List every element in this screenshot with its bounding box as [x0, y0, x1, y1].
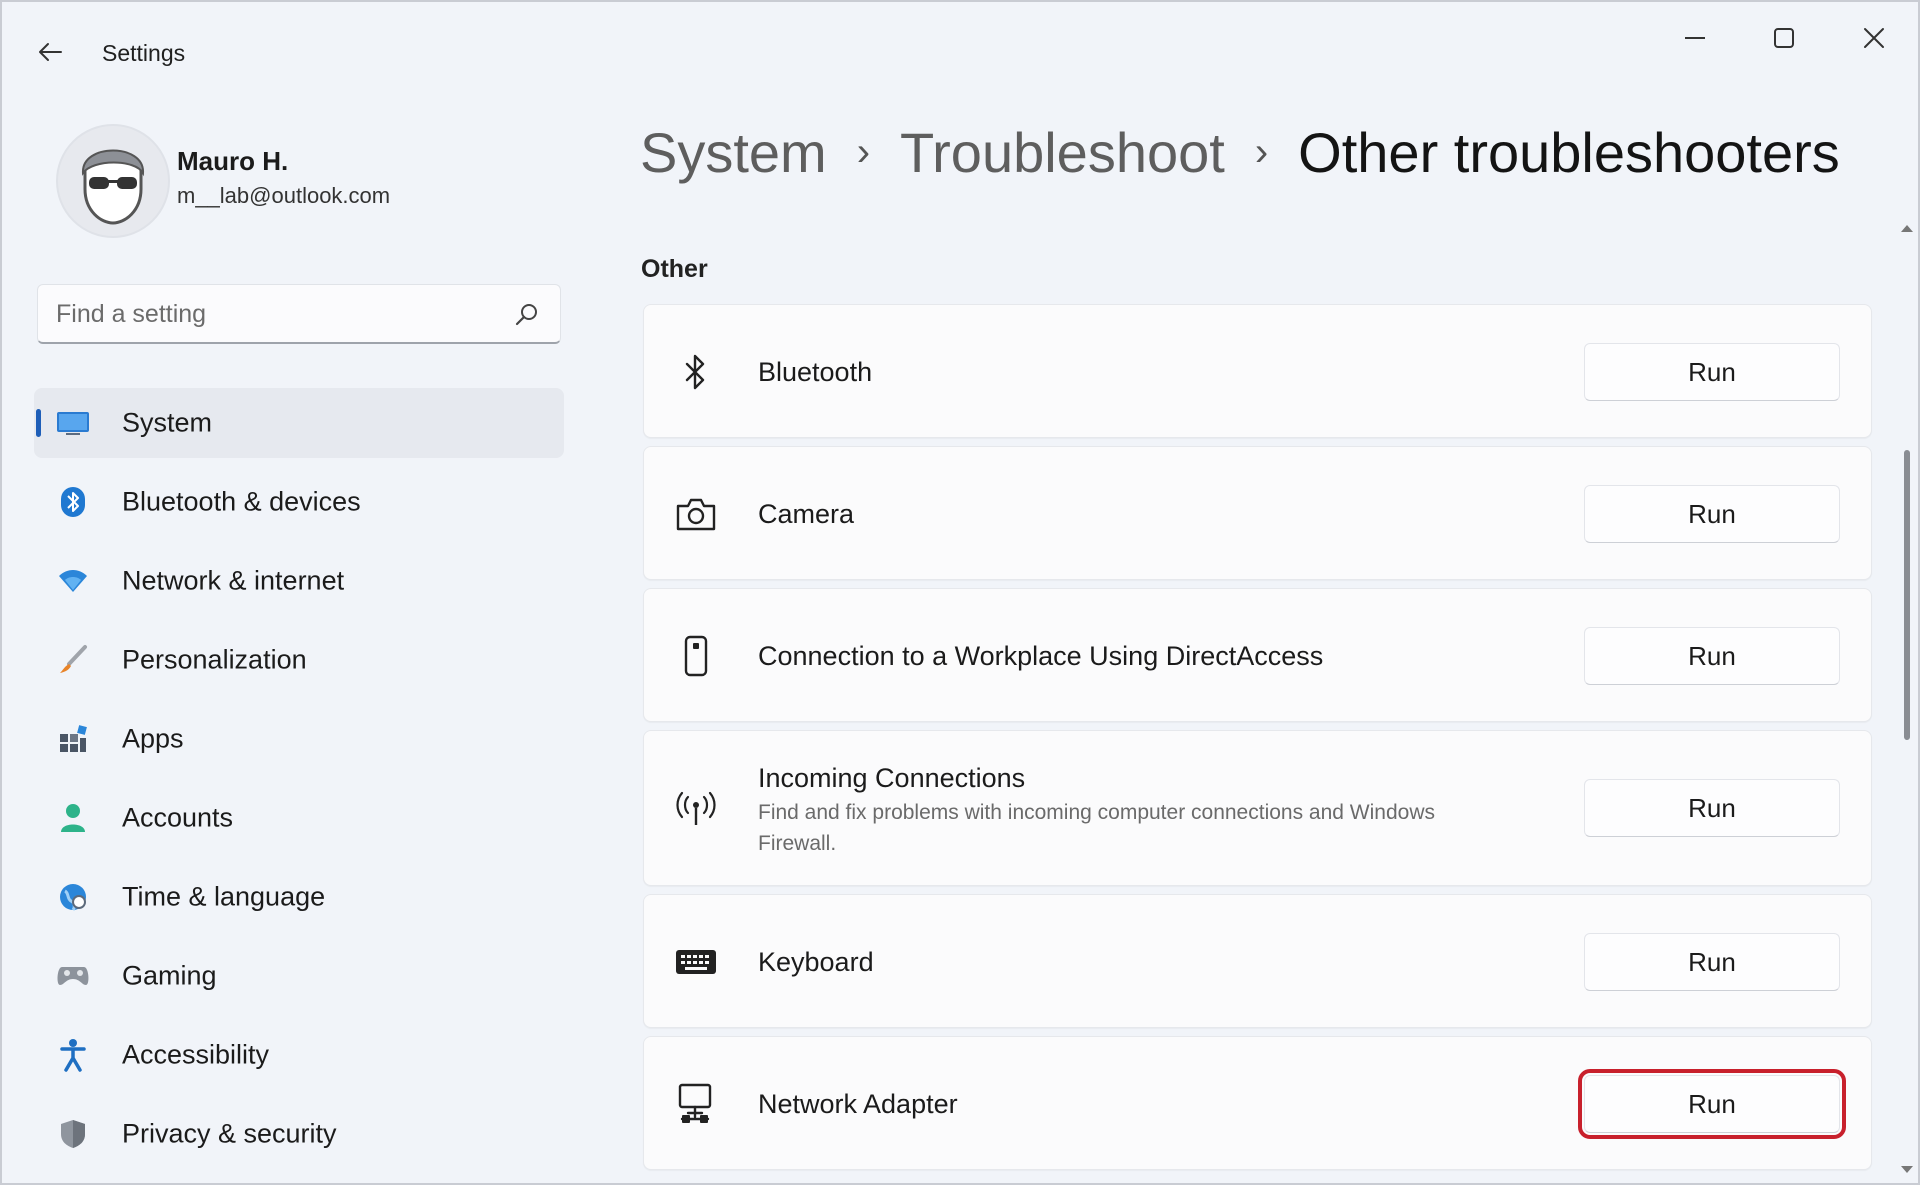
maximize-icon	[1774, 28, 1794, 48]
sidebar-item-label: Personalization	[122, 644, 307, 675]
bluetooth-icon	[674, 350, 718, 394]
globe-clock-icon	[56, 882, 90, 912]
run-button-incoming-connections[interactable]: Run	[1584, 779, 1840, 837]
run-button-keyboard[interactable]: Run	[1584, 933, 1840, 991]
breadcrumb: System › Troubleshoot › Other troublesho…	[640, 117, 1840, 187]
sidebar-item-time-language[interactable]: Time & language	[34, 862, 564, 932]
breadcrumb-system[interactable]: System	[640, 120, 827, 185]
monitor-icon	[56, 408, 90, 438]
phone-device-icon	[674, 634, 718, 678]
sidebar-item-label: Privacy & security	[122, 1118, 337, 1149]
vertical-scrollbar[interactable]	[1900, 217, 1914, 1177]
sidebar-item-label: System	[122, 407, 213, 438]
sidebar-item-bluetooth-devices[interactable]: Bluetooth & devices	[34, 467, 564, 537]
troubleshooter-title: Bluetooth	[758, 357, 873, 387]
shield-icon	[56, 1119, 90, 1149]
accessibility-icon	[56, 1039, 90, 1072]
scroll-thumb[interactable]	[1904, 450, 1910, 740]
person-icon	[56, 803, 90, 833]
sidebar-nav: System Bluetooth & devices Network & int…	[34, 388, 564, 1178]
settings-window: Settings Mauro H. m__lab@outlook.com Fin…	[0, 0, 1920, 1185]
scroll-down-icon[interactable]	[1900, 1163, 1914, 1177]
sidebar-item-label: Apps	[122, 723, 184, 754]
back-button[interactable]	[30, 32, 70, 72]
brush-icon	[56, 645, 90, 675]
sidebar-item-privacy-security[interactable]: Privacy & security	[34, 1099, 564, 1169]
bluetooth-icon	[56, 487, 90, 517]
troubleshooter-title: Connection to a Workplace Using DirectAc…	[758, 641, 1324, 671]
camera-icon	[674, 492, 718, 536]
troubleshooter-title: Network Adapter	[758, 1089, 958, 1119]
sidebar-item-apps[interactable]: Apps	[34, 704, 564, 774]
close-icon	[1864, 28, 1884, 48]
troubleshooter-title: Incoming Connections	[758, 763, 1026, 793]
breadcrumb-separator-icon: ›	[1254, 129, 1269, 174]
troubleshooter-title: Keyboard	[758, 947, 874, 977]
sidebar-item-accessibility[interactable]: Accessibility	[34, 1020, 564, 1090]
antenna-icon	[674, 787, 718, 831]
breadcrumb-troubleshoot[interactable]: Troubleshoot	[900, 120, 1225, 185]
app-title: Settings	[102, 40, 186, 66]
sidebar-item-label: Accounts	[122, 802, 234, 833]
troubleshooter-card-network-adapter: Network Adapter Run	[643, 1036, 1872, 1170]
user-email: m__lab@outlook.com	[177, 183, 391, 208]
sidebar-item-system[interactable]: System	[34, 388, 564, 458]
troubleshooter-card-directaccess: Connection to a Workplace Using DirectAc…	[643, 588, 1872, 722]
sidebar-item-network-internet[interactable]: Network & internet	[34, 546, 564, 616]
minimize-button[interactable]	[1665, 16, 1725, 60]
page-title: Other troubleshooters	[1298, 120, 1840, 184]
wifi-icon	[56, 566, 90, 596]
sidebar-item-label: Accessibility	[122, 1039, 270, 1070]
troubleshooter-title: Camera	[758, 499, 855, 529]
section-title: Other	[641, 255, 708, 283]
sidebar-item-accounts[interactable]: Accounts	[34, 783, 564, 853]
troubleshooter-card-camera: Camera Run	[643, 446, 1872, 580]
troubleshooter-card-incoming-connections: Incoming Connections Find and fix proble…	[643, 730, 1872, 886]
sidebar-item-label: Time & language	[122, 881, 326, 912]
maximize-button[interactable]	[1754, 16, 1814, 60]
troubleshooter-card-bluetooth: Bluetooth Run	[643, 304, 1872, 438]
breadcrumb-separator-icon: ›	[856, 129, 871, 174]
troubleshooter-card-keyboard: Keyboard Run	[643, 894, 1872, 1028]
troubleshooter-description: Find and fix problems with incoming comp…	[758, 801, 1435, 855]
keyboard-icon	[674, 940, 718, 984]
network-adapter-icon	[674, 1082, 718, 1126]
run-button-bluetooth[interactable]: Run	[1584, 343, 1840, 401]
user-avatar-icon	[81, 149, 145, 225]
sidebar-item-label: Network & internet	[122, 565, 345, 596]
run-button-network-adapter[interactable]: Run	[1578, 1069, 1846, 1139]
user-name: Mauro H.	[177, 146, 289, 176]
gamepad-icon	[56, 961, 90, 991]
sidebar-item-label: Gaming	[122, 960, 217, 991]
title-bar: Settings	[2, 2, 1918, 102]
sidebar-item-label: Bluetooth & devices	[122, 486, 361, 517]
active-indicator	[36, 409, 41, 437]
run-button-camera[interactable]: Run	[1584, 485, 1840, 543]
search-icon[interactable]	[514, 302, 540, 328]
apps-icon	[56, 724, 90, 754]
sidebar-item-gaming[interactable]: Gaming	[34, 941, 564, 1011]
avatar[interactable]	[56, 124, 170, 238]
search-input[interactable]	[56, 295, 496, 333]
minimize-icon	[1685, 37, 1705, 39]
close-button[interactable]	[1844, 16, 1904, 60]
arrow-left-icon	[39, 43, 62, 61]
sidebar-item-personalization[interactable]: Personalization	[34, 625, 564, 695]
search-box[interactable]	[37, 284, 561, 344]
run-button-directaccess[interactable]: Run	[1584, 627, 1840, 685]
scroll-up-icon[interactable]	[1900, 221, 1914, 235]
